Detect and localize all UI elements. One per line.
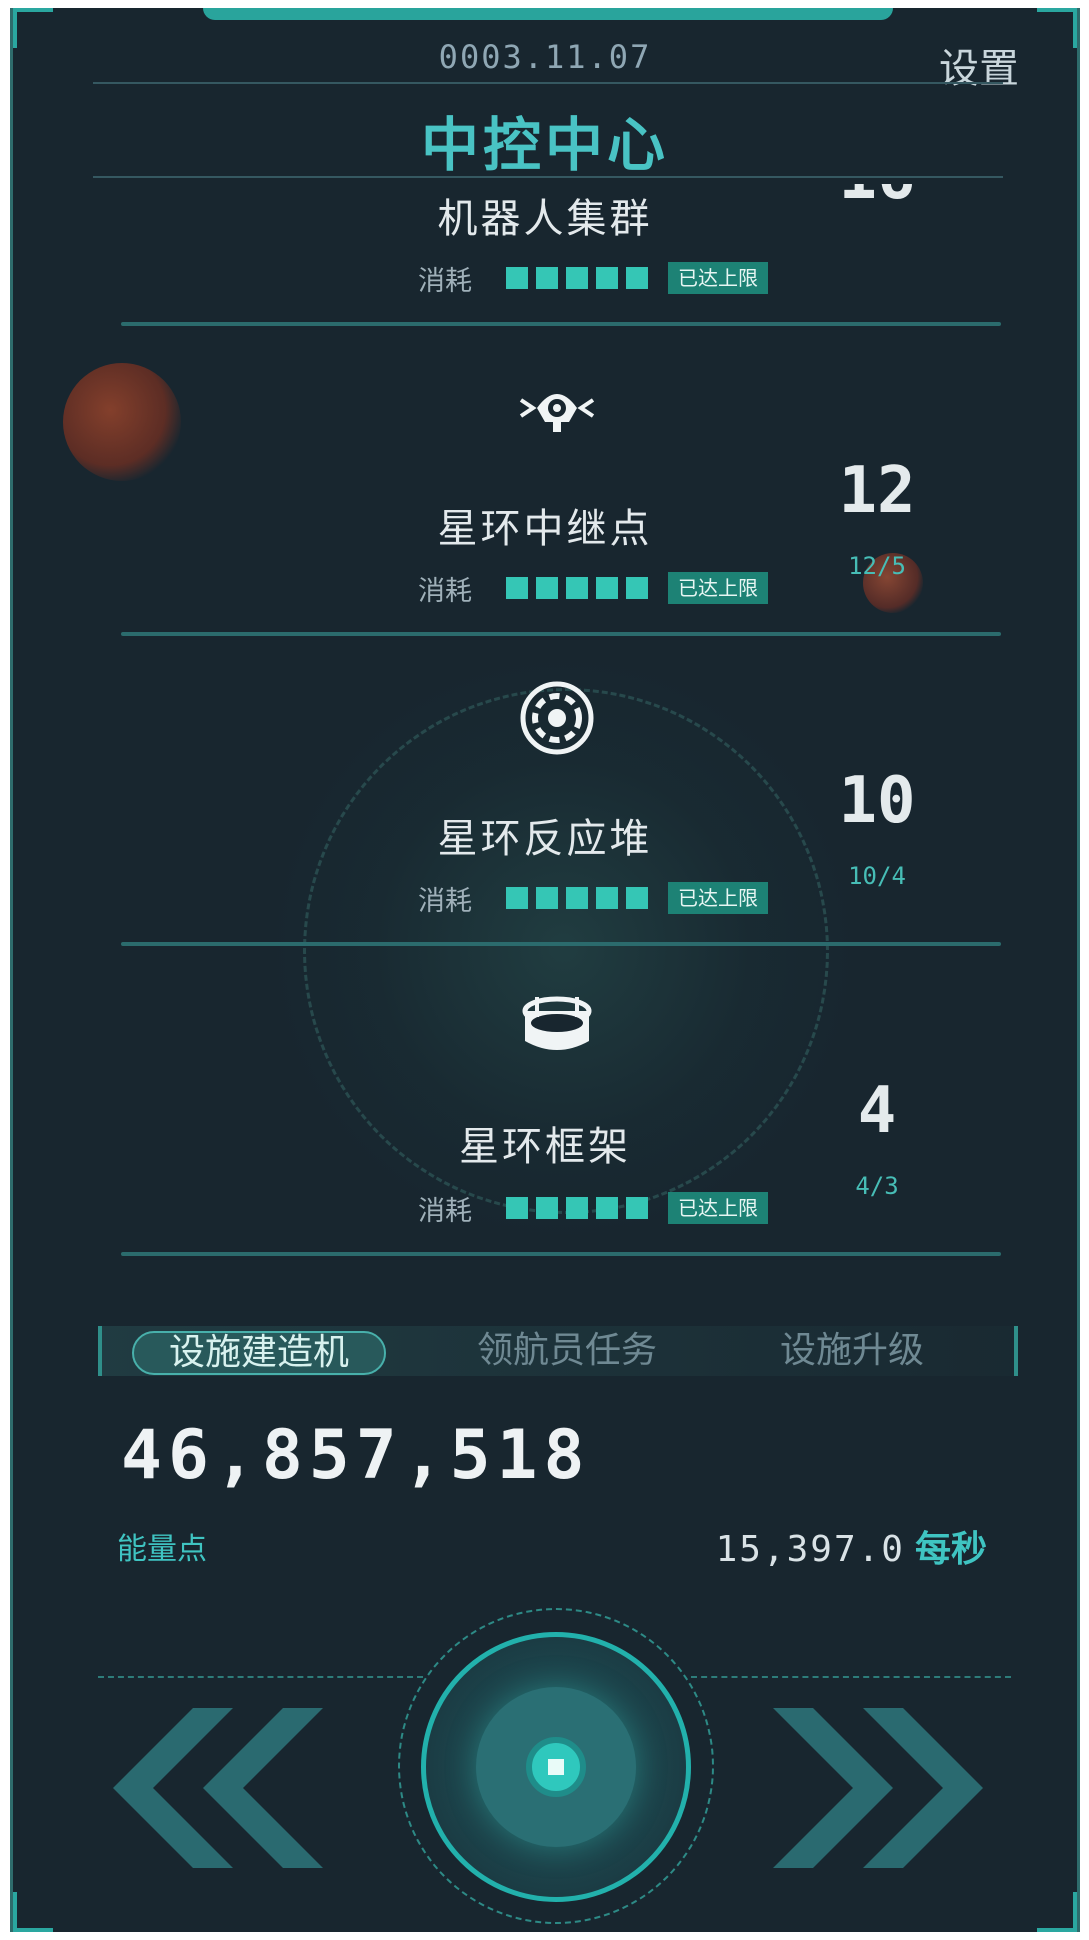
item-separator xyxy=(121,942,1001,946)
drone-icon xyxy=(517,368,597,448)
facility-ratio: 12/5 xyxy=(848,552,906,580)
facility-count: 12 xyxy=(838,454,916,528)
ring-frame-icon xyxy=(517,988,597,1068)
facility-item-reactor[interactable]: 星环反应堆 消耗 已达上限 10 10/4 xyxy=(13,678,1077,978)
consume-bar xyxy=(506,577,648,599)
limit-badge: 已达上限 xyxy=(668,882,768,914)
consume-bar xyxy=(506,1197,648,1219)
decor-dashed-line xyxy=(98,1676,423,1678)
consume-bar xyxy=(506,887,648,909)
main-tap-button[interactable] xyxy=(421,1632,691,1902)
tab-navigator-missions[interactable]: 领航员任务 xyxy=(442,1326,692,1376)
energy-rate-value: 15,397.0 xyxy=(715,1529,905,1570)
reactor-icon xyxy=(517,678,597,758)
energy-total: 46,857,518 xyxy=(121,1416,591,1495)
previous-arrow-icon[interactable] xyxy=(113,1708,323,1872)
energy-rate: 15,397.0 每秒 xyxy=(716,1520,987,1572)
facility-item-robot-cluster[interactable]: 机器人集群 消耗 已达上限 xyxy=(13,8,1077,297)
consume-row: 消耗 已达上限 xyxy=(418,572,768,607)
facility-ratio: 10/4 xyxy=(848,862,906,890)
facility-count: 16 xyxy=(807,184,947,200)
facility-count: 10 xyxy=(838,764,916,838)
consume-row: 消耗 已达上限 xyxy=(418,262,768,297)
consume-label: 消耗 xyxy=(418,265,472,297)
main-button-core-icon xyxy=(526,1737,586,1797)
tab-facility-upgrade[interactable]: 设施升级 xyxy=(732,1326,972,1376)
facility-ratio: 4/3 xyxy=(855,1172,899,1200)
facility-item-relay[interactable]: 星环中继点 消耗 已达上限 12 12/5 xyxy=(13,368,1077,668)
item-separator xyxy=(121,1252,1001,1256)
limit-badge: 已达上限 xyxy=(668,262,768,294)
energy-rate-unit: 每秒 xyxy=(914,1529,987,1570)
energy-label: 能量点 xyxy=(117,1532,207,1567)
item-separator xyxy=(121,322,1001,326)
main-button-inner xyxy=(476,1687,636,1847)
limit-badge: 已达上限 xyxy=(668,572,768,604)
consume-label: 消耗 xyxy=(418,885,472,917)
facility-item-ring-frame[interactable]: 星环框架 消耗 已达上限 4 4/3 xyxy=(13,988,1077,1288)
item-separator xyxy=(121,632,1001,636)
next-arrow-icon[interactable] xyxy=(773,1708,983,1872)
clipped-count-area: 16 xyxy=(13,184,1077,200)
decor-dashed-line xyxy=(691,1676,1011,1678)
game-frame: 0003.11.07 设置 中控中心 机器人集群 消耗 已达上限 16 星环中继… xyxy=(10,8,1080,1932)
consume-label: 消耗 xyxy=(418,1195,472,1227)
tab-bar: 设施建造机 领航员任务 设施升级 xyxy=(98,1326,1018,1376)
facility-count: 4 xyxy=(857,1074,897,1148)
consume-bar xyxy=(506,267,648,289)
consume-row: 消耗 已达上限 xyxy=(418,882,768,917)
frame-corner xyxy=(13,1892,53,1932)
consume-row: 消耗 已达上限 xyxy=(418,1192,768,1227)
tab-facility-builder[interactable]: 设施建造机 xyxy=(132,1331,386,1375)
limit-badge: 已达上限 xyxy=(668,1192,768,1224)
consume-label: 消耗 xyxy=(418,575,472,607)
frame-corner xyxy=(1037,1892,1077,1932)
